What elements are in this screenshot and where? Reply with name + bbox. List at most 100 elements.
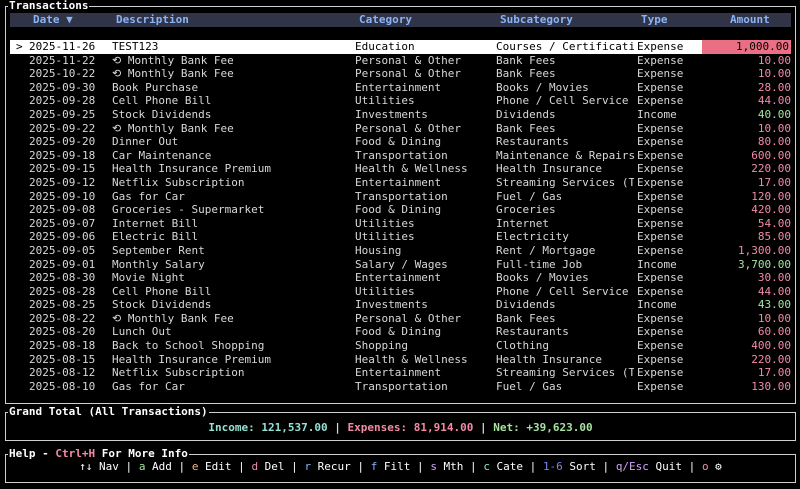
keybinding-label: Edit <box>198 460 232 473</box>
table-row[interactable]: 2025-09-20 Dinner Out Food & Dining Restaur… <box>10 135 791 149</box>
transactions-panel-title: Transactions <box>8 0 90 13</box>
cell-description: Car Maintenance <box>112 148 212 162</box>
cell-type: Expense <box>637 121 684 135</box>
cell-subcategory: Phone / Cell Service <box>496 284 629 298</box>
cell-category: Food & Dining <box>355 325 442 339</box>
cell-amount: 54.00 <box>757 216 791 230</box>
separator: | <box>284 460 305 473</box>
cell-description: Back to School Shopping <box>112 339 265 353</box>
cell-description: ⟲ Monthly Bank Fee <box>112 121 234 135</box>
column-header-date[interactable]: Date ▼ <box>33 13 73 27</box>
keybinding-label: Del <box>258 460 285 473</box>
cell-type: Expense <box>637 271 684 285</box>
table-row[interactable]: 2025-08-12 Netflix Subscription Entertainm… <box>10 366 791 380</box>
table-row[interactable]: 2025-08-20 Lunch Out Food & Dining Restaura… <box>10 325 791 339</box>
table-row[interactable]: 2025-08-15 Health Insurance Premium Health… <box>10 353 791 367</box>
cell-amount: 220.00 <box>751 352 791 366</box>
cell-type: Expense <box>637 203 684 217</box>
cell-type: Expense <box>637 53 684 67</box>
table-row[interactable]: 2025-09-30 Book Purchase Entertainment Book… <box>10 81 791 95</box>
help-panel: Help - Ctrl+H For More Info ↑↓ Nav | a A… <box>5 447 796 483</box>
cell-date: 2025-09-10 <box>29 189 96 203</box>
table-row[interactable]: 2025-08-25 Stock Dividends Investments Divi… <box>10 298 791 312</box>
column-header-category[interactable]: Category <box>359 13 412 27</box>
cell-type: Expense <box>637 175 684 189</box>
column-header-description[interactable]: Description <box>116 13 189 27</box>
cell-category: Entertainment <box>355 271 442 285</box>
cell-amount: 17.00 <box>757 175 791 189</box>
grand-total-title: Grand Total (All Transactions) <box>8 405 209 419</box>
table-row[interactable]: 2025-08-28 Cell Phone Bill Utilities Phone … <box>10 285 791 299</box>
cell-date: 2025-09-08 <box>29 203 96 217</box>
table-row[interactable]: 2025-09-08 Groceries - Supermarket Food & … <box>10 203 791 217</box>
cell-type: Expense <box>637 216 684 230</box>
table-row[interactable]: 2025-11-22 ⟲ Monthly Bank Fee Personal & O… <box>10 54 791 68</box>
cell-amount: 10.00 <box>757 121 791 135</box>
cell-amount: 44.00 <box>757 284 791 298</box>
cell-description: ⟲ Monthly Bank Fee <box>112 67 234 81</box>
table-row[interactable]: 2025-08-10 Gas for Car Transportation Fuel … <box>10 380 791 394</box>
cell-type: Income <box>637 257 677 271</box>
cell-date: 2025-09-22 <box>29 121 96 135</box>
cell-category: Transportation <box>355 189 448 203</box>
cell-subcategory: Fuel / Gas <box>496 189 563 203</box>
cell-category: Entertainment <box>355 175 442 189</box>
cell-subcategory: Dividends <box>496 107 556 121</box>
cell-date: 2025-08-18 <box>29 339 96 353</box>
cell-description: Stock Dividends <box>112 298 212 312</box>
separator: | <box>479 421 487 434</box>
cell-category: Personal & Other <box>355 67 461 81</box>
cell-description: TEST123 <box>112 40 159 53</box>
table-row[interactable]: 2025-10-22 ⟲ Monthly Bank Fee Personal & O… <box>10 67 791 81</box>
cell-type: Expense <box>637 366 684 380</box>
column-header-subcategory[interactable]: Subcategory <box>500 13 573 27</box>
cell-date: 2025-08-10 <box>29 379 96 393</box>
cell-subcategory: Books / Movies <box>496 80 589 94</box>
cell-type: Expense <box>637 284 684 298</box>
table-row[interactable]: 2025-09-12 Netflix Subscription Entertainm… <box>10 176 791 190</box>
total-expenses: Expenses: 81,914.00 <box>347 421 474 434</box>
table-row[interactable]: 2025-08-30 Movie Night Entertainment Books … <box>10 271 791 285</box>
cell-date: 2025-09-15 <box>29 162 96 176</box>
column-header-type[interactable]: Type <box>641 13 668 27</box>
cell-date: 2025-08-20 <box>29 325 96 339</box>
table-row[interactable]: 2025-09-22 ⟲ Monthly Bank Fee Personal & O… <box>10 122 791 136</box>
cell-subcategory: Dividends <box>496 298 556 312</box>
table-row[interactable]: 2025-09-10 Gas for Car Transportation Fuel … <box>10 190 791 204</box>
cell-type: Expense <box>637 67 684 81</box>
cell-amount: 28.00 <box>757 80 791 94</box>
cell-date: 2025-11-22 <box>29 53 96 67</box>
cell-date: 2025-10-22 <box>29 67 96 81</box>
table-row-selected[interactable]: >2025-11-26 TEST123 Education Courses / Cer… <box>10 40 791 54</box>
cell-description: September Rent <box>112 243 205 257</box>
cell-category: Transportation <box>355 379 448 393</box>
table-row[interactable]: 2025-08-22 ⟲ Monthly Bank Fee Personal & O… <box>10 312 791 326</box>
cell-amount: 40.00 <box>757 107 791 121</box>
cell-type: Expense <box>637 243 684 257</box>
keybinding-key: c <box>483 460 490 473</box>
cell-category: Transportation <box>355 148 448 162</box>
total-income: Income: 121,537.00 <box>208 421 328 434</box>
cell-amount: 400.00 <box>751 339 791 353</box>
separator: | <box>595 460 616 473</box>
table-row[interactable]: 2025-09-28 Cell Phone Bill Utilities Phone … <box>10 94 791 108</box>
table-row[interactable]: 2025-09-06 Electric Bill Utilities Electric… <box>10 230 791 244</box>
table-row[interactable]: 2025-09-18 Car Maintenance Transportation M… <box>10 149 791 163</box>
cell-amount: 30.00 <box>757 271 791 285</box>
table-row[interactable]: 2025-09-05 September Rent Housing Rent / Mo… <box>10 244 791 258</box>
cell-amount: 43.00 <box>757 298 791 312</box>
cell-date: 2025-08-25 <box>29 298 96 312</box>
table-row[interactable]: 2025-09-15 Health Insurance Premium Health… <box>10 162 791 176</box>
cell-amount: 1,300.00 <box>738 243 791 257</box>
column-header-amount[interactable]: Amount <box>730 13 770 27</box>
cell-category: Personal & Other <box>355 121 461 135</box>
cell-date: 2025-09-25 <box>29 107 96 121</box>
table-row[interactable]: 2025-09-01 Monthly Salary Salary / Wages Fu… <box>10 258 791 272</box>
cell-subcategory: Courses / Certificati <box>496 40 634 53</box>
table-row[interactable]: 2025-09-25 Stock Dividends Investments Divi… <box>10 108 791 122</box>
cell-category: Personal & Other <box>355 311 461 325</box>
cell-description: Monthly Salary <box>112 257 205 271</box>
table-row[interactable]: 2025-08-18 Back to School Shopping Shoppin… <box>10 339 791 353</box>
table-row[interactable]: 2025-09-07 Internet Bill Utilities Internet… <box>10 217 791 231</box>
cell-amount: 220.00 <box>751 162 791 176</box>
